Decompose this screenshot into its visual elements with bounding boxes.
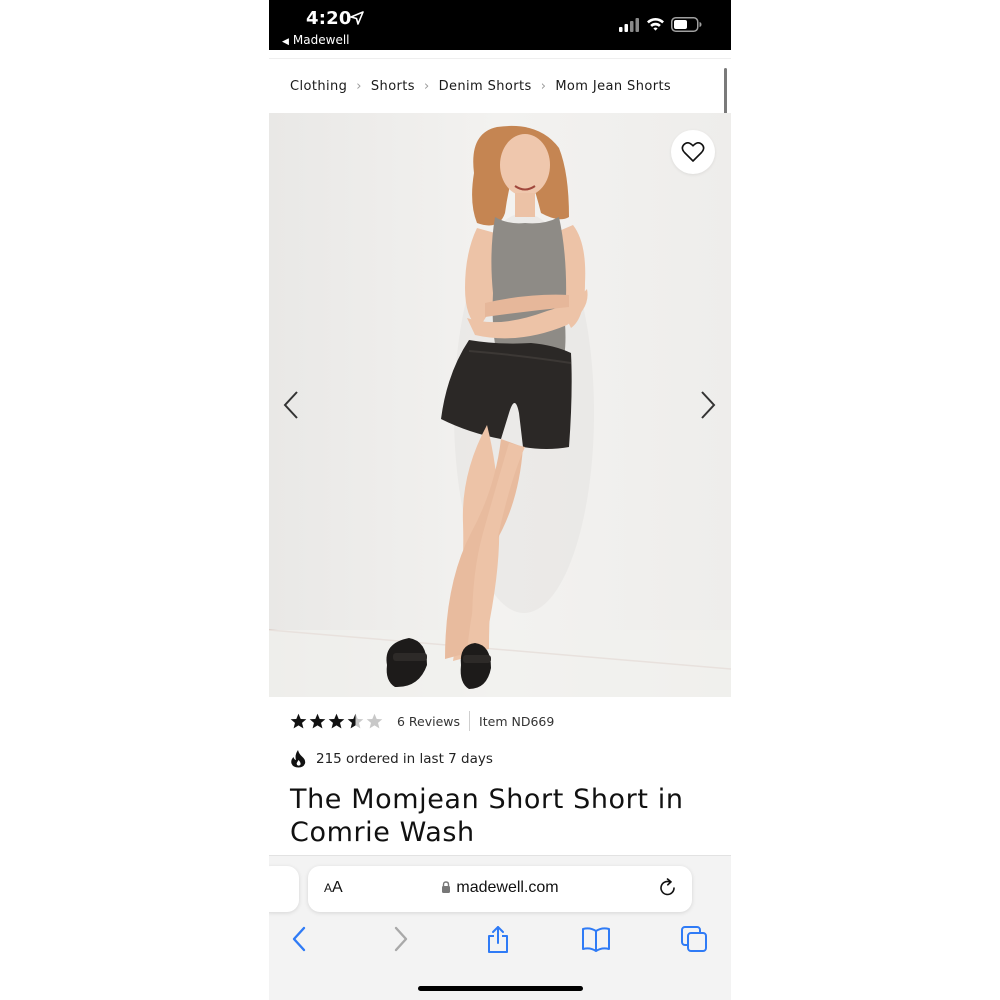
reviews-link[interactable]: 6 Reviews <box>397 714 460 729</box>
breadcrumb-clothing[interactable]: Clothing <box>290 79 347 94</box>
popularity-notice: 215 ordered in last 7 days <box>290 749 493 768</box>
star-icon <box>366 713 383 728</box>
chevron-left-icon[interactable] <box>279 388 303 422</box>
browser-toolbar <box>269 924 731 964</box>
product-photo <box>269 113 731 697</box>
breadcrumb-mom-jean-shorts[interactable]: Mom Jean Shorts <box>555 79 671 94</box>
back-to-app-link[interactable]: ◀ Madewell <box>282 33 350 47</box>
breadcrumb-denim-shorts[interactable]: Denim Shorts <box>439 79 532 94</box>
fire-icon <box>291 750 306 768</box>
ordered-count-text: 215 ordered in last 7 days <box>316 750 493 767</box>
product-image-carousel[interactable] <box>269 113 731 697</box>
star-icon <box>290 713 307 728</box>
share-icon[interactable] <box>483 924 513 954</box>
wifi-icon <box>647 17 664 31</box>
address-bar[interactable]: AA madewell.com <box>308 866 692 912</box>
status-time: 4:20 <box>306 8 352 29</box>
back-app-label: Madewell <box>292 33 350 47</box>
home-indicator[interactable] <box>418 986 583 991</box>
wishlist-button[interactable] <box>671 130 715 174</box>
chevron-right-icon[interactable] <box>696 388 720 422</box>
reload-icon[interactable] <box>658 878 678 898</box>
back-triangle-icon: ◀ <box>282 37 289 47</box>
divider <box>469 711 471 731</box>
forward-arrow-icon[interactable] <box>385 924 415 954</box>
star-icon <box>328 713 345 728</box>
breadcrumb: Clothing › Shorts › Denim Shorts › Mom J… <box>269 58 731 113</box>
star-rating[interactable] <box>290 713 383 730</box>
back-arrow-icon[interactable] <box>285 924 315 954</box>
chevron-right-icon: › <box>540 78 547 94</box>
heart-icon <box>681 142 705 162</box>
chevron-right-icon: › <box>356 78 362 94</box>
cellular-signal-icon <box>619 18 639 32</box>
url-text: madewell.com <box>456 879 559 896</box>
browser-bottom-bar: AA madewell.com <box>269 855 731 1000</box>
chevron-right-icon: › <box>423 78 430 94</box>
tabs-icon[interactable] <box>679 924 709 954</box>
phone-screen: 4:20 ◀ Madewell Clothing › Shorts › Deni… <box>269 0 731 1000</box>
previous-tab-peek[interactable] <box>269 866 299 912</box>
battery-icon <box>671 17 702 32</box>
url-display: madewell.com <box>308 879 692 897</box>
star-icon <box>347 713 364 728</box>
lock-icon <box>442 881 451 893</box>
product-title: The Momjean Short Short in Comrie Wash <box>290 784 684 848</box>
location-arrow-icon <box>350 11 364 25</box>
breadcrumb-shorts[interactable]: Shorts <box>371 79 415 94</box>
status-bar: 4:20 ◀ Madewell <box>269 0 731 50</box>
star-icon <box>309 713 326 728</box>
bookmarks-icon[interactable] <box>581 924 611 954</box>
item-number: Item ND669 <box>479 713 555 729</box>
rating-row: 6 Reviews Item ND669 <box>290 709 554 733</box>
